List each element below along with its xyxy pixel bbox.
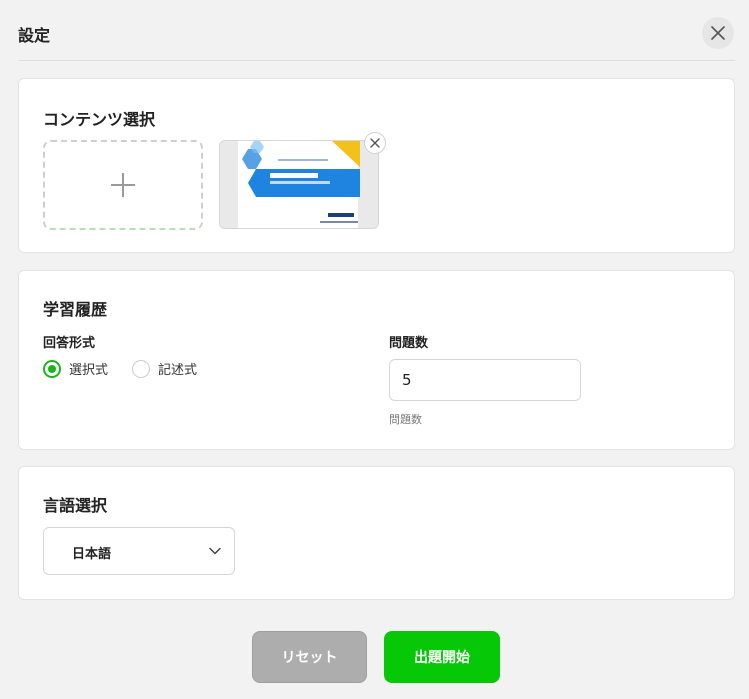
learning-history-title: 学習履歴 <box>43 300 108 319</box>
chevron-down-icon <box>209 547 221 555</box>
start-questions-button[interactable]: 出題開始 <box>384 631 500 683</box>
close-icon <box>711 26 725 40</box>
close-button[interactable] <box>702 17 734 49</box>
language-selection-card: 言語選択 日本語 <box>18 466 735 600</box>
close-icon <box>370 138 380 148</box>
question-count-input[interactable] <box>389 359 581 401</box>
content-selection-title: コンテンツ選択 <box>43 110 156 129</box>
page-title: 設定 <box>18 26 51 45</box>
radio-checked-icon <box>43 359 61 378</box>
content-thumbnail[interactable] <box>219 140 379 229</box>
language-select-value: 日本語 <box>72 547 112 562</box>
settings-page: 設定 コンテンツ選択 学習履歴 回答形式 選択式 記述式 問題数 5 問題数 言… <box>0 0 749 699</box>
header-divider <box>18 60 735 61</box>
question-count-label: 問題数 <box>389 336 429 351</box>
remove-content-button[interactable] <box>364 132 386 154</box>
answer-format-label: 回答形式 <box>43 336 96 351</box>
radio-multiple-choice-label: 選択式 <box>69 363 109 378</box>
header: 設定 <box>0 0 749 62</box>
radio-descriptive-label: 記述式 <box>158 363 198 378</box>
add-content-button[interactable] <box>43 140 203 230</box>
plus-icon <box>111 173 135 197</box>
language-select[interactable]: 日本語 <box>43 527 235 575</box>
question-count-hint: 問題数 <box>389 413 422 426</box>
content-selection-card: コンテンツ選択 <box>18 78 735 253</box>
reset-button[interactable]: リセット <box>252 631 367 683</box>
learning-history-card: 学習履歴 回答形式 選択式 記述式 問題数 問題数 <box>18 270 735 450</box>
content-thumbnail-image <box>220 141 378 228</box>
language-selection-title: 言語選択 <box>43 496 108 515</box>
radio-multiple-choice[interactable]: 選択式 <box>43 359 108 378</box>
radio-unchecked-icon <box>132 359 150 378</box>
radio-descriptive[interactable]: 記述式 <box>132 359 197 378</box>
